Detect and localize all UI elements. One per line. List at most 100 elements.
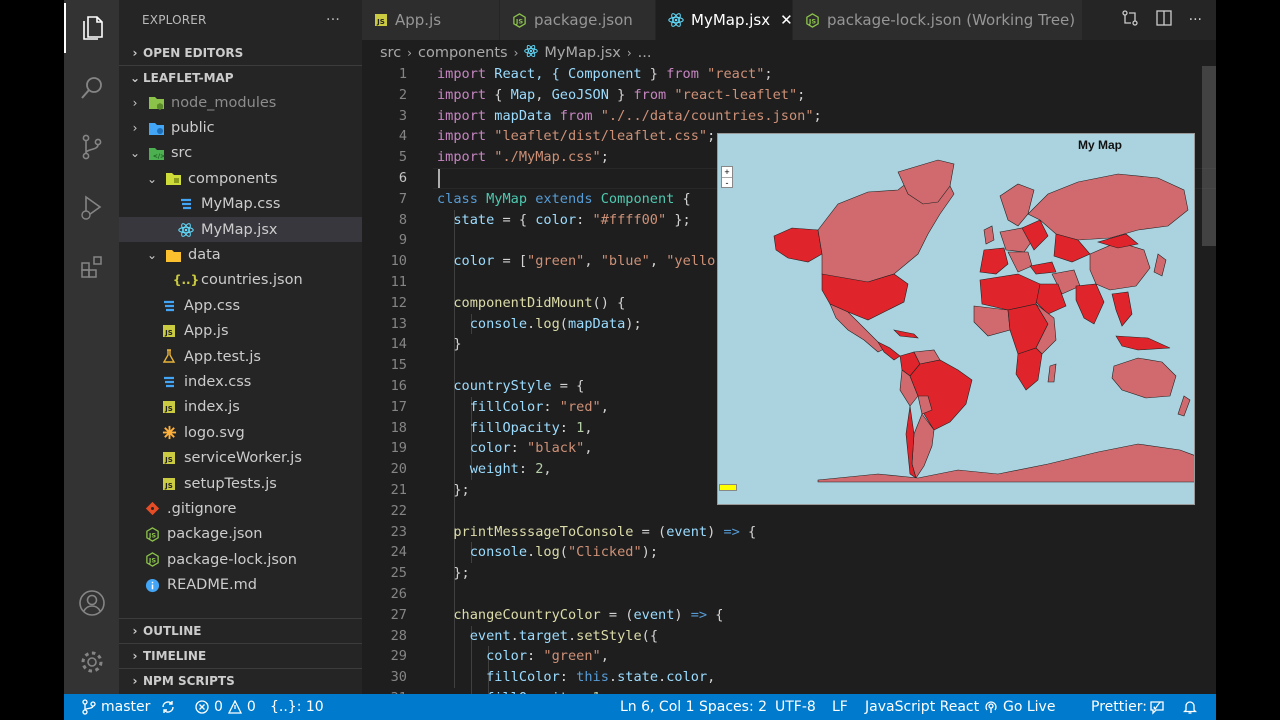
tree-item[interactable]: JS index.js <box>119 395 362 420</box>
map-preview-window[interactable]: My Map + - <box>717 133 1195 505</box>
breadcrumb-file[interactable]: MyMap.jsx <box>544 45 620 61</box>
world-map[interactable] <box>718 134 1195 505</box>
line-number: 20 <box>390 461 407 478</box>
tab-package-json[interactable]: JS package.json <box>500 0 656 40</box>
end-of-line[interactable]: LF <box>832 699 848 715</box>
tree-item[interactable]: JS package.json <box>119 522 362 547</box>
js-icon: JS <box>160 449 178 467</box>
breadcrumb-symbol[interactable]: ... <box>638 45 652 61</box>
tab-app-js[interactable]: JS App.js <box>362 0 500 40</box>
more-actions-button[interactable]: ··· <box>326 12 340 28</box>
tree-item[interactable]: MyMap.jsx <box>119 216 362 243</box>
tree-item[interactable]: App.css <box>119 293 362 318</box>
tree-item[interactable]: .gitignore <box>119 496 362 521</box>
tree-item[interactable]: README.md <box>119 572 362 597</box>
tree-item-label: MyMap.jsx <box>201 221 278 238</box>
outline-section[interactable]: › OUTLINE <box>119 618 362 643</box>
more-editor-actions-button[interactable]: ··· <box>1189 12 1202 28</box>
tree-item[interactable]: App.test.js <box>119 344 362 369</box>
country-italy-balkans <box>1007 251 1033 273</box>
code-text: fillColor: "red", <box>469 398 609 415</box>
line-number: 8 <box>398 211 407 228</box>
git-branch-icon <box>82 699 96 715</box>
tree-item[interactable]: JS serviceWorker.js <box>119 445 362 470</box>
error-icon <box>195 700 209 714</box>
line-number: 3 <box>398 107 407 124</box>
warning-icon <box>227 700 242 714</box>
project-section[interactable]: ⌄ LEAFLET-MAP <box>119 65 362 90</box>
code-text: }; <box>437 481 470 498</box>
zoom-out-button[interactable]: - <box>722 178 732 188</box>
line-number: 25 <box>390 565 407 582</box>
tree-item[interactable]: JS package-lock.json <box>119 547 362 572</box>
problems-indicator[interactable]: 0 0 <box>195 699 256 715</box>
language-mode[interactable]: JavaScript React <box>865 699 979 715</box>
tree-item[interactable]: MyMap.css <box>119 192 362 217</box>
source-control-icon[interactable] <box>64 122 119 172</box>
country-brazil <box>909 359 973 431</box>
explorer-files-icon[interactable] <box>64 3 119 53</box>
tab-mymap-jsx[interactable]: MyMap.jsx ✕ <box>656 0 793 40</box>
tree-item[interactable]: › public <box>119 115 362 140</box>
folder-components-icon <box>164 170 182 188</box>
git-icon <box>143 500 161 518</box>
editor-scrollbar[interactable] <box>1202 64 1216 694</box>
line-number: 16 <box>390 377 407 394</box>
scrollbar-thumb[interactable] <box>1202 66 1216 246</box>
search-icon[interactable] <box>64 63 119 113</box>
color-input-swatch[interactable] <box>719 484 737 491</box>
test-flask-icon <box>160 348 178 366</box>
chevron-right-icon: › <box>132 121 138 136</box>
branch-indicator[interactable]: master <box>82 699 150 715</box>
country-southeast-asia <box>1111 291 1133 327</box>
account-icon[interactable] <box>64 578 119 628</box>
map-zoom-control: + - <box>721 166 733 188</box>
notifications-bell-icon[interactable] <box>1183 699 1197 715</box>
svg-text:</>: </> <box>152 153 164 160</box>
tree-item[interactable]: › node_modules <box>119 90 362 115</box>
sync-icon[interactable] <box>160 699 176 715</box>
tab-package-lock-json-working-tree[interactable]: JS package-lock.json (Working Tree) <box>793 0 1083 40</box>
tree-item[interactable]: index.css <box>119 369 362 394</box>
code-text: class MyMap extends Component { <box>437 190 691 207</box>
indentation[interactable]: Spaces: 2 <box>699 699 767 715</box>
map-land <box>773 159 1194 483</box>
line-number: 14 <box>390 336 407 353</box>
tree-item[interactable]: JS setupTests.js <box>119 471 362 496</box>
open-editors-section[interactable]: › OPEN EDITORS <box>119 40 362 65</box>
timeline-section[interactable]: › TIMELINE <box>119 643 362 668</box>
bracket-count[interactable]: {..}: 10 <box>270 699 324 715</box>
tree-item[interactable]: ⌄ </> src <box>119 141 362 166</box>
tree-item[interactable]: {..} countries.json <box>119 268 362 293</box>
close-tab-icon[interactable]: ✕ <box>780 11 793 29</box>
breadcrumb-src[interactable]: src <box>380 45 401 61</box>
line-number: 7 <box>398 190 407 207</box>
file-tree: › node_modules › public ⌄ </> src ⌄ components My… <box>119 90 362 598</box>
country-north-africa <box>979 273 1041 311</box>
run-debug-icon[interactable] <box>64 182 119 232</box>
encoding[interactable]: UTF-8 <box>775 699 816 715</box>
split-editor-icon[interactable] <box>1155 9 1173 31</box>
tree-item[interactable]: logo.svg <box>119 420 362 445</box>
zoom-in-button[interactable]: + <box>722 167 732 178</box>
go-live-button[interactable]: Go Live <box>984 699 1055 715</box>
svg-text:JS: JS <box>515 17 523 25</box>
manage-gear-icon[interactable] <box>64 637 119 687</box>
line-number: 2 <box>398 86 407 103</box>
code-text: import React, { Component } from "react"… <box>437 66 773 82</box>
feedback-icon[interactable] <box>1149 699 1165 715</box>
chevron-right-icon: › <box>132 45 138 60</box>
tree-item[interactable]: ⌄ components <box>119 166 362 191</box>
cursor-position[interactable]: Ln 6, Col 1 <box>620 699 695 715</box>
country-russia <box>1027 173 1189 241</box>
extensions-icon[interactable] <box>64 242 119 292</box>
breadcrumb-components[interactable]: components <box>418 45 508 61</box>
tree-item-label: package.json <box>167 526 263 543</box>
svg-text:JS: JS <box>147 531 155 539</box>
compare-changes-icon[interactable] <box>1121 9 1139 31</box>
npm-scripts-section[interactable]: › NPM SCRIPTS <box>119 668 362 693</box>
tree-item[interactable]: ⌄ data <box>119 242 362 267</box>
tree-item[interactable]: JS App.js <box>119 319 362 344</box>
node-json-icon: JS <box>512 12 527 28</box>
css-icon <box>160 373 178 391</box>
